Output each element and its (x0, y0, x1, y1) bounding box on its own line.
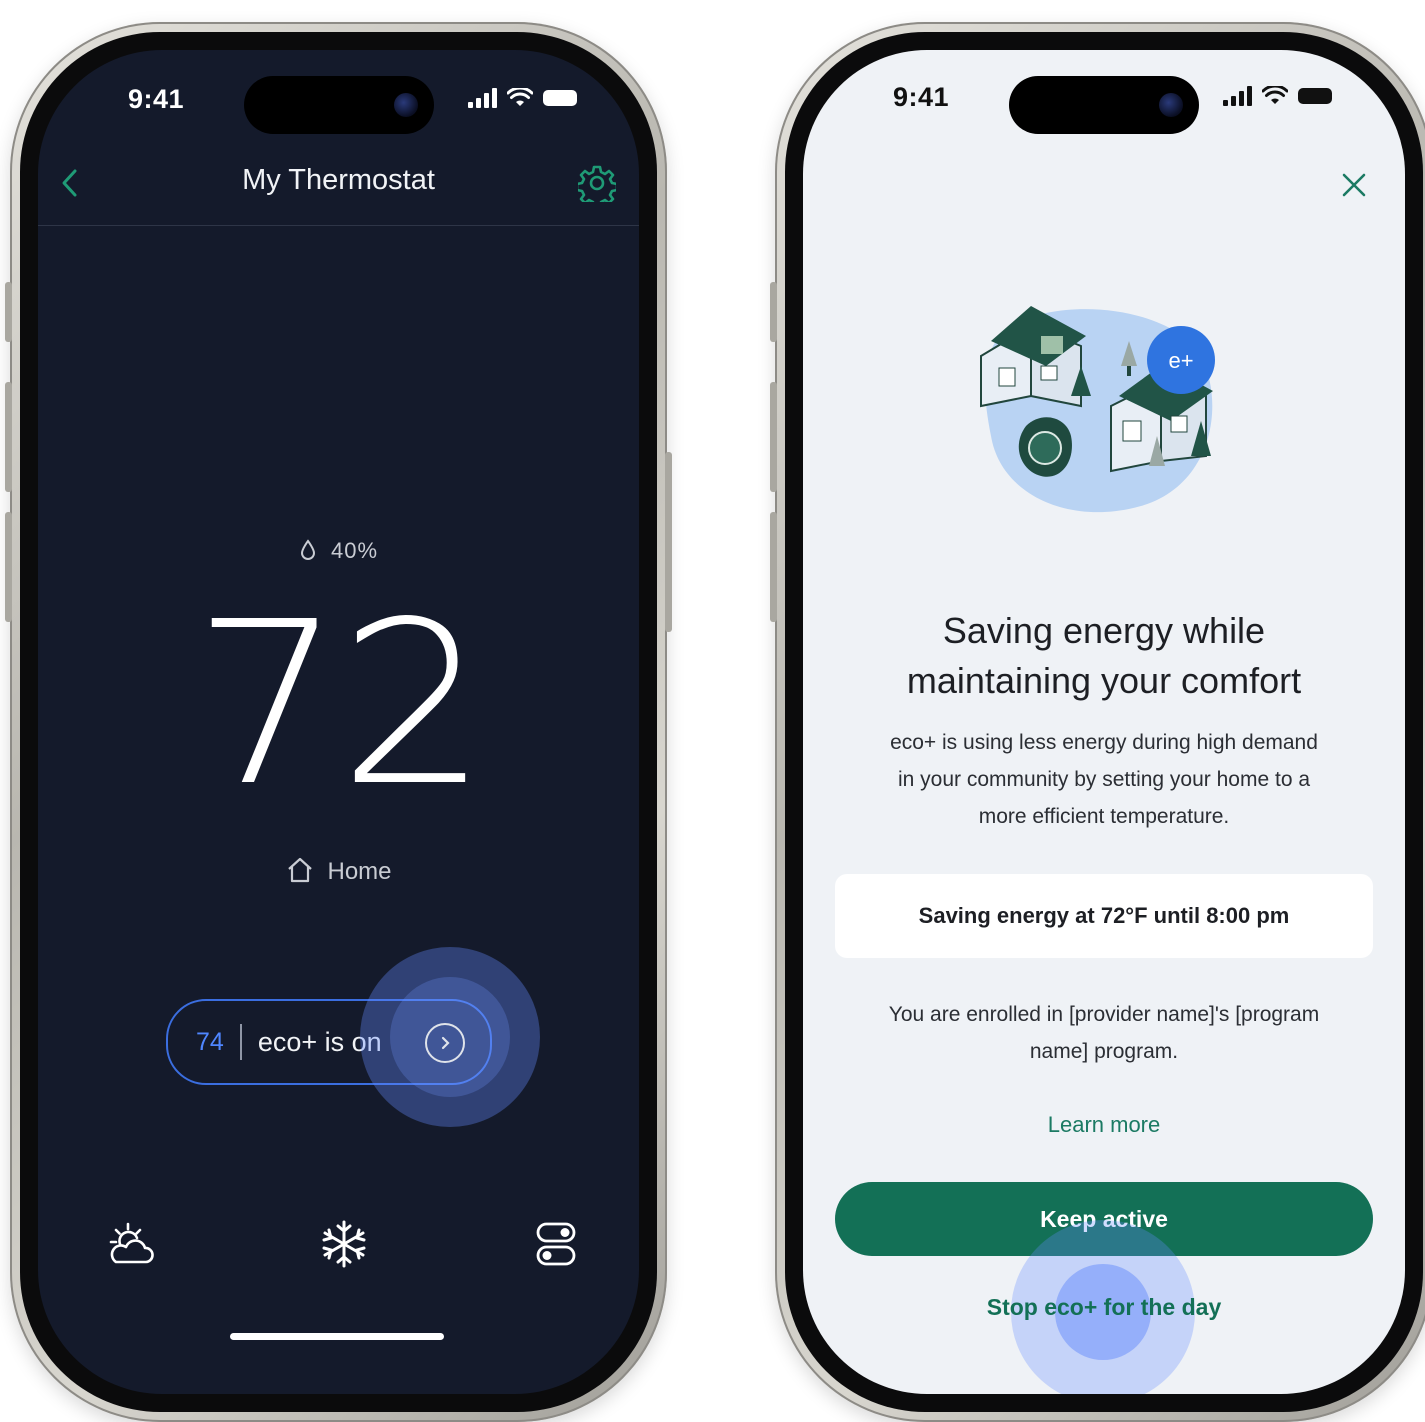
enrollment-line-1: You are enrolled in [provider name]'s [p… (888, 1003, 1320, 1026)
right-bezel: 9:41 e+ Saving energy while maintaining … (785, 32, 1423, 1412)
eco-description: eco+ is using less energy during high de… (823, 724, 1385, 835)
action-button (770, 282, 777, 342)
volume-down-button (5, 512, 12, 622)
saving-energy-text: Saving energy at 72°F until 8:00 pm (918, 903, 1290, 928)
wifi-icon (1262, 86, 1288, 104)
cellular-signal-icon (468, 88, 497, 108)
volume-up-button (5, 382, 12, 492)
volume-down-button (770, 512, 777, 622)
left-bezel: 9:41 My Thermostat 40% 72 Home 74 eco+ i… (20, 32, 657, 1412)
status-time: 9:41 (893, 82, 950, 112)
comfort-mode-label: Home (327, 858, 392, 885)
battery-icon (543, 90, 577, 106)
eco-status-label: eco+ is on (257, 1026, 382, 1057)
headline-line-2: maintaining your comfort (906, 660, 1302, 701)
comfort-mode[interactable]: Home (38, 856, 639, 886)
action-button (5, 282, 12, 342)
headline: Saving energy while maintaining your com… (803, 606, 1405, 706)
wifi-icon (507, 88, 533, 106)
humidity-value: 40% (330, 538, 379, 563)
droplet-icon (300, 539, 315, 560)
learn-more-link[interactable]: Learn more (803, 1112, 1405, 1138)
weather-icon[interactable] (106, 1218, 158, 1270)
chevron-right-icon (441, 1036, 450, 1050)
snowflake-icon[interactable] (318, 1218, 370, 1270)
toggles-icon[interactable] (530, 1218, 582, 1270)
cellular-signal-icon (1223, 86, 1252, 106)
status-time: 9:41 (128, 84, 185, 114)
eco-detail-arrow-button[interactable] (425, 1023, 465, 1063)
eco-description-line-1: eco+ is using less energy during high de… (890, 731, 1318, 754)
status-icons (1223, 86, 1332, 106)
nav-divider (38, 225, 639, 226)
volume-up-button (770, 382, 777, 492)
eco-setpoint: 74 (196, 1027, 224, 1056)
stop-eco-button[interactable]: Stop eco+ for the day (803, 1294, 1405, 1321)
home-indicator[interactable] (230, 1333, 444, 1340)
eco-description-line-2: in your community by setting your home t… (897, 768, 1311, 791)
keep-active-label: Keep active (1040, 1205, 1168, 1232)
eco-badge-text: e+ (1168, 348, 1193, 373)
eco-description-line-3: more efficient temperature. (978, 805, 1230, 828)
power-button (665, 452, 672, 632)
keep-active-button[interactable]: Keep active (835, 1182, 1373, 1256)
humidity-readout: 40% (38, 538, 639, 564)
headline-line-1: Saving energy while (942, 610, 1266, 651)
enrollment-line-2: name] program. (1029, 1040, 1179, 1063)
saving-energy-card: Saving energy at 72°F until 8:00 pm (835, 874, 1373, 958)
community-homes-illustration: e+ (980, 306, 1215, 513)
right-phone-frame: 9:41 e+ Saving energy while maintaining … (770, 22, 1425, 1422)
left-phone-frame: 9:41 My Thermostat 40% 72 Home 74 eco+ i… (5, 22, 672, 1422)
battery-icon (1298, 88, 1332, 104)
status-icons (468, 88, 577, 108)
thermostat-screen: 9:41 My Thermostat 40% 72 Home 74 eco+ i… (38, 50, 639, 1394)
eco-divider (239, 1024, 242, 1060)
enrollment-text: You are enrolled in [provider name]'s [p… (823, 996, 1385, 1070)
eco-detail-screen: 9:41 e+ Saving energy while maintaining … (803, 50, 1405, 1394)
close-icon[interactable] (1339, 170, 1369, 200)
settings-gear-icon[interactable] (578, 164, 616, 202)
home-icon (288, 857, 313, 883)
page-title: My Thermostat (242, 164, 435, 196)
current-temperature: 72 (192, 574, 488, 836)
dynamic-island (243, 76, 434, 134)
dynamic-island (1009, 76, 1199, 134)
